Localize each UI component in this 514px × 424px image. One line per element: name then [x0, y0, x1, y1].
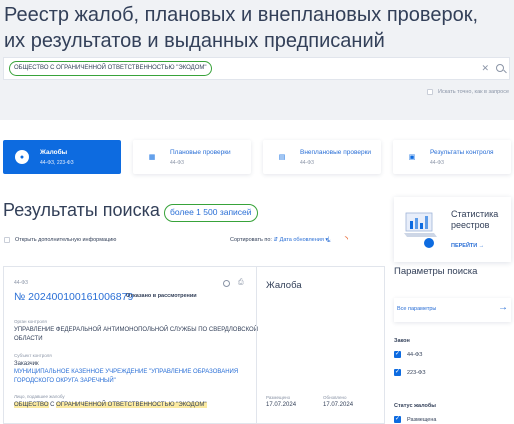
card-type: Жалоба [266, 280, 302, 291]
tab-control-results[interactable]: ▣ Результаты контроля 44-ФЗ [393, 140, 511, 174]
tab-label: Результаты контроля [430, 149, 494, 156]
authority-label: Орган контроля [14, 319, 47, 324]
law-label: 44-ФЗ [407, 351, 423, 358]
posted-date: 17.07.2024 [266, 402, 297, 408]
promo-link[interactable]: ПЕРЕЙТИ → [451, 243, 484, 249]
subject-link[interactable]: МУНИЦИПАЛЬНОЕ КАЗЕННОЕ УЧРЕЖДЕНИЕ "УПРАВ… [14, 368, 279, 386]
subject-label: Субъект контроля [14, 353, 52, 358]
complainant-label: Лицо, подавшее жалобу [14, 394, 65, 399]
arrow-right-icon: → [498, 302, 508, 313]
all-params-button[interactable]: Все параметры → [394, 298, 511, 322]
rss-icon[interactable]: ◝ [345, 235, 348, 243]
tab-label: Плановые проверки [170, 149, 231, 156]
sort-value[interactable]: ⇵ Дата обновления ▾ [274, 237, 329, 243]
document-icon: ▤ [278, 154, 286, 161]
law-section-title: Закон [394, 338, 410, 344]
card-law: 44-ФЗ [14, 280, 29, 286]
results-count: более 1 500 записей [164, 204, 258, 222]
results-title: Результаты поиска [3, 200, 160, 220]
authority-value: УПРАВЛЕНИЕ ФЕДЕРАЛЬНОЙ АНТИМОНОПОЛЬНОЙ С… [14, 327, 259, 342]
compass-icon[interactable] [223, 280, 230, 287]
complainant-value: ОБЩЕСТВО С ОГРАНИЧЕННОЙ ОТВЕТСТВЕННОСТЬЮ… [14, 402, 207, 408]
sort-label: Сортировать по: [230, 237, 272, 243]
tab-sub: 44-ФЗ [430, 160, 445, 166]
posted-label: Размещено [266, 395, 291, 400]
briefcase-icon: ▣ [408, 154, 416, 161]
result-card: 44-ФЗ № 202400100161006879 Отказано в ра… [3, 266, 385, 424]
search-icon[interactable] [496, 64, 504, 72]
checkbox-icon[interactable] [427, 89, 434, 95]
status-section-title: Статус жалобы [394, 403, 436, 409]
checkbox-checked-icon[interactable]: ✓ [394, 369, 401, 376]
card-number-link[interactable]: № 202400100161006879 [14, 291, 133, 303]
extra-info-label: Открыть дополнительную информацию [15, 237, 117, 243]
exact-search-checkbox[interactable]: Искать точно, как в запросе [427, 89, 509, 95]
status-label: Размещена [407, 416, 437, 423]
checkbox-checked-icon[interactable]: ✓ [394, 416, 401, 423]
law-label: 223-ФЗ [407, 369, 426, 376]
search-input[interactable]: ОБЩЕСТВО С ОГРАНИЧЕННОЙ ОТВЕТСТВЕННОСТЬЮ… [3, 57, 510, 80]
law-checkbox[interactable]: ✓ 44-ФЗ [394, 351, 422, 358]
tab-label: Жалобы [40, 149, 68, 156]
promo-title: Статистика реестров [451, 209, 499, 230]
checkbox-checked-icon[interactable]: ✓ [394, 351, 401, 358]
card-divider [256, 267, 257, 424]
law-checkbox[interactable]: ✓ 223-ФЗ [394, 369, 426, 376]
chat-icon: ● [15, 150, 29, 164]
page-title: Реестр жалоб, плановых и внеплановых про… [4, 4, 479, 52]
card-status: Отказано в рассмотрении [126, 293, 197, 299]
updated-date: 17.07.2024 [323, 402, 354, 408]
calendar-icon: ▦ [148, 154, 156, 161]
status-checkbox[interactable]: ✓ Размещена [394, 416, 436, 423]
all-params-label: Все параметры [397, 306, 437, 312]
params-title: Параметры поиска [394, 266, 478, 277]
download-icon[interactable]: ⤓ [327, 235, 331, 245]
laptop-chart-icon [404, 212, 437, 248]
extra-info-checkbox[interactable]: Открыть дополнительную информацию [4, 237, 116, 243]
stats-promo[interactable]: Статистика реестров ПЕРЕЙТИ → [394, 197, 511, 262]
tab-label: Внеплановые проверки [300, 149, 372, 156]
tab-unplanned-inspections[interactable]: ▤ Внеплановые проверки 44-ФЗ [263, 140, 381, 174]
checkbox-icon[interactable] [4, 237, 10, 243]
exact-search-label: Искать точно, как в запросе [438, 89, 509, 95]
print-icon[interactable]: ⎙ [238, 279, 244, 287]
header-panel: Реестр жалоб, плановых и внеплановых про… [0, 0, 514, 120]
tab-sub: 44-ФЗ [170, 160, 185, 166]
search-value[interactable]: ОБЩЕСТВО С ОГРАНИЧЕННОЙ ОТВЕТСТВЕННОСТЬЮ… [9, 61, 212, 76]
sort-control[interactable]: Сортировать по: ⇵ Дата обновления ▾ [230, 237, 328, 243]
tab-sub: 44-ФЗ, 223-ФЗ [40, 160, 74, 166]
close-icon[interactable]: ✕ [481, 63, 489, 74]
tab-planned-inspections[interactable]: ▦ Плановые проверки 44-ФЗ [133, 140, 251, 174]
updated-label: Обновлено [323, 395, 347, 400]
tab-sub: 44-ФЗ [300, 160, 315, 166]
tab-complaints[interactable]: ● Жалобы 44-ФЗ, 223-ФЗ [3, 140, 121, 174]
